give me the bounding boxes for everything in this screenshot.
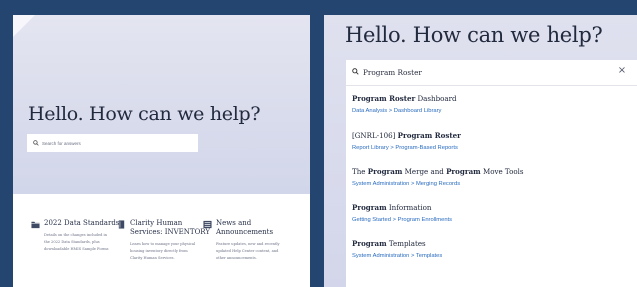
breadcrumb-link[interactable]: Program-Based Reports [395, 145, 458, 151]
breadcrumb-separator: > [391, 217, 398, 223]
result-breadcrumb[interactable]: Data Analysis > Dashboard Library [352, 107, 622, 115]
category-title: Clarity Human Services: INVENTORY [130, 219, 210, 236]
result-title-match: Program [446, 167, 481, 176]
result-breadcrumb[interactable]: Report Library > Program-Based Reports [352, 144, 622, 152]
result-title-text: Merge and [402, 167, 447, 176]
corner-fold [13, 15, 35, 37]
category-desc-line: housing inventory directly from [130, 249, 188, 253]
category-desc-line: Feature updates, new and recently [216, 242, 280, 246]
search-input[interactable]: Search for answers [27, 134, 198, 152]
breadcrumb-link[interactable]: Templates [416, 253, 442, 259]
breadcrumb-link[interactable]: Getting Started [352, 217, 391, 223]
result-breadcrumb[interactable]: Getting Started > Program Enrollments [352, 216, 622, 224]
breadcrumb-link[interactable]: Data Analysis [352, 108, 387, 114]
page-title: Hello. How can we help? [28, 103, 261, 125]
book-icon [118, 220, 125, 229]
search-input[interactable] [363, 65, 603, 79]
category-desc-line: Learn how to manage your physical [130, 242, 196, 246]
breadcrumb-separator: > [409, 181, 416, 187]
breadcrumb-separator: > [387, 108, 394, 114]
result-title-text: Information [386, 203, 432, 212]
category-desc-line: other announcements. [216, 256, 257, 260]
result-title-text: Dashboard [415, 94, 457, 103]
result-title-match: Program [367, 167, 403, 176]
search-result-item[interactable]: Program Information Getting Started > Pro… [352, 203, 622, 224]
category-title: News and Announcements [216, 219, 274, 236]
search-bar: × [346, 60, 637, 86]
category-desc-line: updated Help Center content, and [216, 249, 279, 253]
result-breadcrumb[interactable]: System Administration > Merging Records [352, 180, 622, 188]
result-title[interactable]: [GNRL-106] Program Roster [352, 131, 622, 141]
search-placeholder: Search for answers [42, 140, 81, 146]
search-result-item[interactable]: Program Roster Dashboard Data Analysis > … [352, 94, 622, 115]
folder-icon [31, 221, 40, 229]
result-title-text: Move Tools [480, 167, 524, 176]
breadcrumb-link[interactable]: Merging Records [416, 181, 460, 187]
breadcrumb-link[interactable]: Report Library [352, 145, 389, 151]
search-result-item[interactable]: [GNRL-106] Program Roster Report Library … [352, 131, 622, 152]
result-title-text: [GNRL-106] [352, 131, 398, 140]
breadcrumb-link[interactable]: System Administration [352, 181, 409, 187]
result-title-text: Templates [386, 239, 426, 248]
news-icon [203, 220, 212, 229]
breadcrumb-link[interactable]: System Administration [352, 253, 409, 259]
page-title: Hello. How can we help? [345, 23, 603, 47]
search-results-dropdown: × Program Roster Dashboard Data Analysis … [346, 60, 637, 287]
result-title-match: Program [352, 203, 387, 212]
result-title-match: Program [352, 239, 387, 248]
result-title-text: The [352, 167, 368, 176]
search-icon [352, 68, 359, 75]
category-desc-line: Clarity Human Services. [130, 256, 175, 260]
result-title[interactable]: Program Roster Dashboard [352, 94, 622, 104]
result-title[interactable]: Program Templates [352, 239, 622, 249]
result-title[interactable]: Program Information [352, 203, 622, 213]
search-result-item[interactable]: The Program Merge and Program Move Tools… [352, 167, 622, 188]
result-title[interactable]: The Program Merge and Program Move Tools [352, 167, 622, 177]
category-title: 2022 Data Standards [44, 219, 120, 227]
breadcrumb-link[interactable]: Dashboard Library [394, 108, 442, 114]
category-desc-line: the 2022 Data Standards, plus [44, 240, 100, 244]
category-desc-line: Details on the changes included in [44, 233, 108, 237]
help-center-home-panel: Hello. How can we help? Search for answe… [13, 15, 310, 287]
close-icon[interactable]: × [617, 66, 627, 76]
search-result-item[interactable]: Program Templates System Administration >… [352, 239, 622, 260]
help-center-search-panel: Hello. How can we help? × Program Roster… [324, 15, 637, 287]
breadcrumb-link[interactable]: Program Enrollments [398, 217, 452, 223]
search-icon [33, 140, 39, 146]
result-title-match: Program Roster [352, 94, 416, 103]
category-desc-line: downloadable HMIS Sample Forms [44, 247, 109, 251]
result-title-match: Program Roster [397, 131, 461, 140]
result-breadcrumb[interactable]: System Administration > Templates [352, 252, 622, 260]
